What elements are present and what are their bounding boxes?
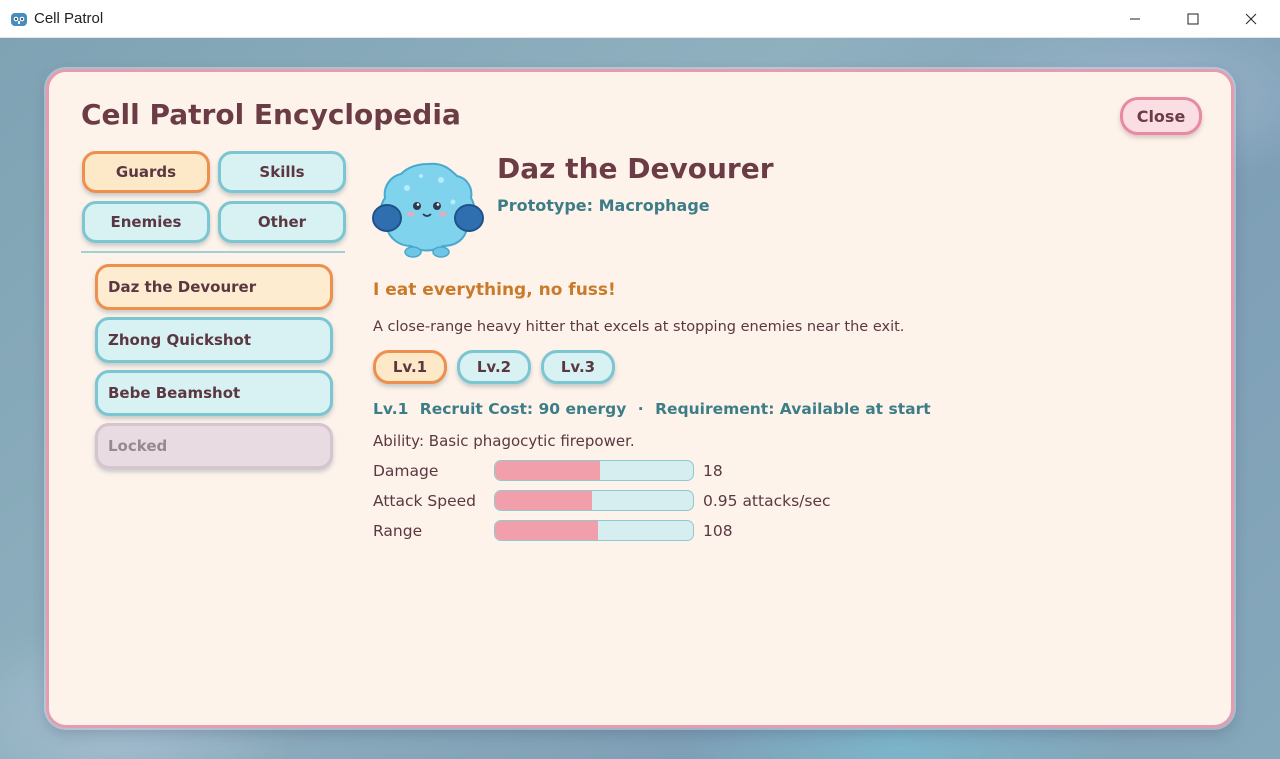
panel-title: Cell Patrol Encyclopedia [81, 98, 461, 131]
close-icon [1245, 13, 1257, 25]
level-3-button[interactable]: Lv.3 [541, 350, 615, 384]
stat-value-attack-speed: 0.95 attacks/sec [703, 492, 831, 510]
maximize-button[interactable] [1164, 0, 1222, 38]
tab-other[interactable]: Other [218, 201, 346, 243]
level-info: Lv.1 Recruit Cost: 90 energy · Requireme… [373, 400, 937, 418]
window-titlebar: Cell Patrol [0, 0, 1280, 38]
stat-bar-range [494, 520, 694, 541]
window-close-button[interactable] [1222, 0, 1280, 38]
window-title: Cell Patrol [34, 10, 104, 27]
guard-prototype: Prototype: Macrophage [497, 196, 710, 215]
maximize-icon [1187, 13, 1199, 25]
level-1-button[interactable]: Lv.1 [373, 350, 447, 384]
category-divider [81, 251, 345, 253]
level-2-button[interactable]: Lv.2 [457, 350, 531, 384]
stat-fill-damage [495, 461, 600, 480]
entry-bebe-beamshot[interactable]: Bebe Beamshot [95, 370, 333, 416]
stat-value-damage: 18 [703, 462, 723, 480]
guard-ability: Ability: Basic phagocytic firepower. [373, 432, 635, 450]
entry-daz-the-devourer[interactable]: Daz the Devourer [95, 264, 333, 310]
stat-value-range: 108 [703, 522, 733, 540]
macrophage-portrait [372, 162, 484, 258]
window-controls [1106, 0, 1280, 38]
stat-bar-attack-speed [494, 490, 694, 511]
tab-enemies[interactable]: Enemies [82, 201, 210, 243]
guard-quote: I eat everything, no fuss! [373, 280, 616, 300]
stat-bar-damage [494, 460, 694, 481]
stat-label-attack-speed: Attack Speed [373, 492, 476, 510]
tab-guards[interactable]: Guards [82, 151, 210, 193]
guard-name: Daz the Devourer [497, 152, 774, 185]
game-background: Cell Patrol Encyclopedia Close Guards Sk… [0, 38, 1280, 759]
entry-locked[interactable]: Locked [95, 423, 333, 469]
close-button[interactable]: Close [1120, 97, 1202, 135]
tab-skills[interactable]: Skills [218, 151, 346, 193]
godot-icon [11, 12, 27, 26]
entry-zhong-quickshot[interactable]: Zhong Quickshot [95, 317, 333, 363]
stat-fill-attack-speed [495, 491, 593, 510]
guard-description: A close-range heavy hitter that excels a… [373, 319, 905, 335]
stat-fill-range [495, 521, 598, 540]
stat-label-damage: Damage [373, 462, 439, 480]
level-info-cost: Recruit Cost: 90 energy [419, 400, 627, 418]
minimize-button[interactable] [1106, 0, 1164, 38]
stat-label-range: Range [373, 522, 423, 540]
level-info-level: Lv.1 [373, 400, 409, 418]
minimize-icon [1130, 18, 1140, 20]
level-info-separator: · [637, 400, 644, 418]
encyclopedia-panel: Cell Patrol Encyclopedia Close Guards Sk… [46, 69, 1234, 728]
level-info-requirement: Requirement: Available at start [655, 400, 931, 418]
